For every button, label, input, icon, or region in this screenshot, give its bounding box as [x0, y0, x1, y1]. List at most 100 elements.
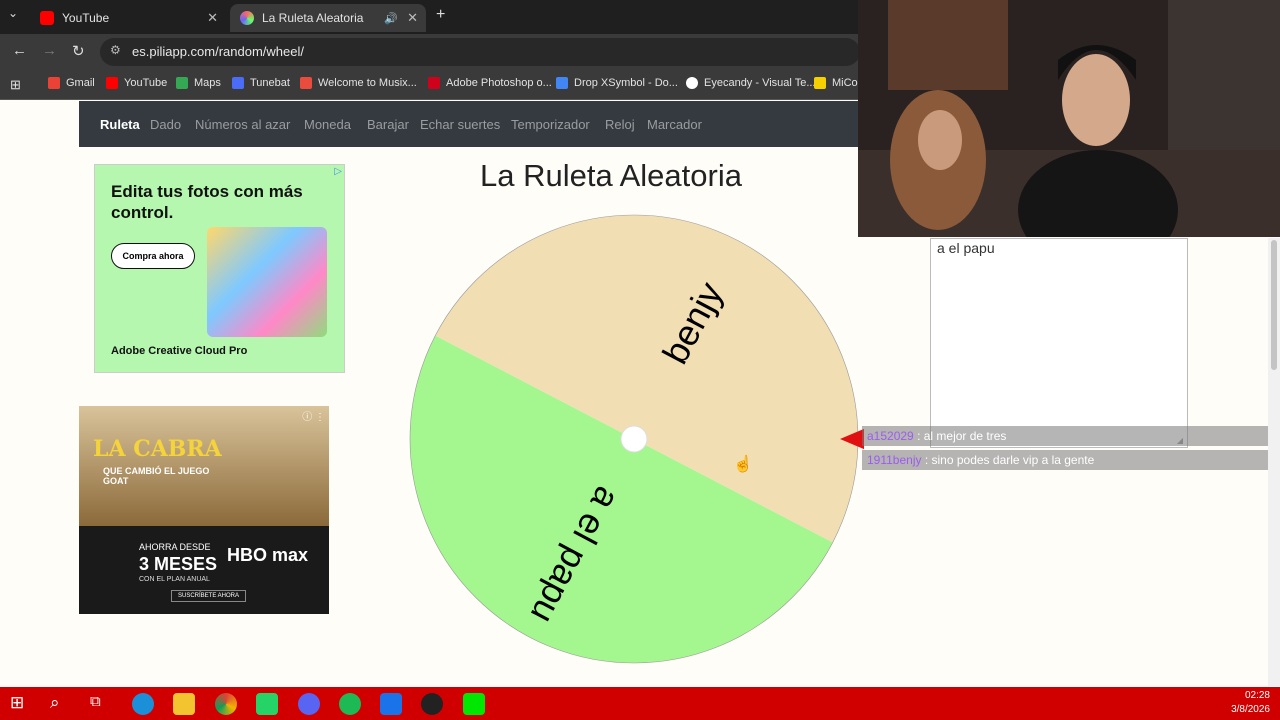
tab-ruleta[interactable]: La Ruleta Aleatoria 🔊 ✕: [230, 4, 426, 32]
back-icon[interactable]: ←: [12, 42, 27, 59]
whatsapp-icon[interactable]: [256, 693, 278, 715]
apps-icon[interactable]: ⊞: [10, 77, 21, 93]
bookmark-maps[interactable]: Maps: [176, 77, 221, 89]
bookmark-label: Maps: [194, 77, 221, 89]
address-bar[interactable]: ⚙ es.piliapp.com/random/wheel/: [100, 38, 860, 66]
bookmark-tunebat[interactable]: Tunebat: [232, 77, 290, 89]
site-navbar: Ruleta Dado Números al azar Moneda Baraj…: [79, 101, 858, 147]
adchoices-icon[interactable]: ▷: [334, 166, 342, 177]
piliapp-icon: [240, 11, 254, 25]
eyecandy-icon: [686, 77, 698, 89]
nav-dado[interactable]: Dado: [150, 117, 181, 132]
tunebat-icon: [232, 77, 244, 89]
edge-icon[interactable]: [132, 693, 154, 715]
entries-textarea[interactable]: a el papu ◢: [930, 238, 1188, 448]
mico-icon: [814, 77, 826, 89]
system-clock[interactable]: 02:28 3/8/2026: [1231, 689, 1270, 717]
ad-cta[interactable]: SUSCRÍBETE AHORA: [171, 590, 247, 602]
search-icon[interactable]: ⌕: [50, 693, 72, 715]
nav-moneda[interactable]: Moneda: [304, 117, 351, 132]
hand-cursor-icon: ☝: [733, 456, 753, 473]
chat-message: 1911benjy : sino podes darle vip a la ge…: [862, 450, 1268, 470]
bookmark-gmail[interactable]: Gmail: [48, 77, 95, 89]
maps-icon: [176, 77, 188, 89]
chat-text: : sino podes darle vip a la gente: [924, 453, 1095, 467]
nav-marcador[interactable]: Marcador: [647, 117, 702, 132]
ad-buy-button[interactable]: Compra ahora: [111, 243, 195, 269]
task-view-icon[interactable]: ⧉: [90, 693, 112, 715]
bookmark-label: YouTube: [124, 77, 168, 89]
tab-youtube[interactable]: YouTube ✕: [30, 4, 226, 32]
hbo-logo: HBO max: [227, 545, 309, 565]
tab-label: YouTube: [62, 11, 110, 25]
taskbar: ⊞ ⌕ ⧉ 02:28 3/8/2026: [0, 687, 1280, 720]
ad-promo-main: 3 MESES: [139, 554, 218, 574]
forward-icon[interactable]: →: [42, 42, 57, 59]
obs-icon[interactable]: [421, 693, 443, 715]
chrome-icon[interactable]: [215, 693, 237, 715]
url-text: es.piliapp.com/random/wheel/: [132, 44, 304, 59]
scrollbar-thumb[interactable]: [1271, 240, 1277, 370]
bookmark-musix[interactable]: Welcome to Musix...: [300, 77, 417, 89]
close-tab-icon[interactable]: ✕: [207, 10, 218, 26]
bookmark-eyecandy[interactable]: Eyecandy - Visual Te...: [686, 77, 816, 89]
tab-label: La Ruleta Aleatoria: [262, 11, 364, 25]
bookmark-xsymbol[interactable]: Drop XSymbol - Do...: [556, 77, 678, 89]
clock-date: 3/8/2026: [1231, 704, 1270, 715]
webcam-overlay: [858, 0, 1280, 237]
bookmark-label: Eyecandy - Visual Te...: [704, 77, 816, 89]
bookmark-label: Adobe Photoshop o...: [446, 77, 552, 89]
nav-echar-suertes[interactable]: Echar suertes: [420, 117, 500, 132]
bookmark-photoshop[interactable]: Adobe Photoshop o...: [428, 77, 552, 89]
musix-icon: [300, 77, 312, 89]
bookmark-mico[interactable]: MiCo: [814, 77, 858, 89]
chat-user: 1911benjy: [867, 453, 922, 467]
wheel-center-hub: [620, 425, 648, 453]
chat-user: a152029: [867, 429, 914, 443]
adobe-ad[interactable]: Edita tus fotos con más control. Compra …: [94, 164, 345, 373]
webcam-image: [858, 0, 1280, 237]
youtube-icon: [106, 77, 118, 89]
windows-start-icon[interactable]: ⊞: [10, 693, 32, 715]
chat-text: : al mejor de tres: [917, 429, 1007, 443]
bookmark-label: Gmail: [66, 77, 95, 89]
ad-info-icon[interactable]: ⓘ ⋮: [302, 408, 325, 423]
app-icon[interactable]: [380, 693, 402, 715]
ad-title: LA CABRA: [93, 436, 222, 462]
page-scrollbar[interactable]: [1268, 238, 1280, 686]
nav-temporizador[interactable]: Temporizador: [511, 117, 590, 132]
hbo-ad[interactable]: LA CABRA QUE CAMBIÓ EL JUEGO GOAT AHORRA…: [79, 406, 329, 614]
ad-subtitle: QUE CAMBIÓ EL JUEGO GOAT: [103, 466, 210, 486]
wheel[interactable]: benjy a el papu: [404, 210, 864, 670]
discord-icon[interactable]: [298, 693, 320, 715]
ad-brand: Adobe Creative Cloud Pro: [111, 345, 248, 357]
docs-icon: [556, 77, 568, 89]
spotify-icon[interactable]: [339, 693, 361, 715]
speaker-icon[interactable]: 🔊: [384, 12, 398, 25]
adobe-icon: [428, 77, 440, 89]
nav-numeros[interactable]: Números al azar: [195, 117, 290, 132]
site-info-icon[interactable]: ⚙: [110, 43, 121, 57]
new-tab-icon[interactable]: +: [436, 6, 445, 24]
bookmark-youtube[interactable]: YouTube: [106, 77, 167, 89]
kick-icon[interactable]: [463, 693, 485, 715]
entries-text: a el papu: [937, 240, 995, 256]
page-title: La Ruleta Aleatoria: [480, 158, 742, 193]
nav-barajar[interactable]: Barajar: [367, 117, 409, 132]
ad-artwork: [207, 227, 327, 337]
ad-promo-top: AHORRA DESDE: [139, 542, 211, 552]
tab-search-icon[interactable]: ⌄: [8, 6, 18, 20]
nav-ruleta[interactable]: Ruleta: [100, 117, 140, 132]
bookmark-label: MiCo: [832, 77, 858, 89]
close-tab-icon[interactable]: ✕: [407, 10, 418, 26]
bookmark-label: Welcome to Musix...: [318, 77, 417, 89]
bookmark-label: Drop XSymbol - Do...: [574, 77, 678, 89]
file-explorer-icon[interactable]: [173, 693, 195, 715]
youtube-icon: [40, 11, 54, 25]
clock-time: 02:28: [1244, 690, 1270, 701]
gmail-icon: [48, 77, 60, 89]
reload-icon[interactable]: ↻: [72, 42, 85, 60]
chat-message: a152029 : al mejor de tres: [862, 426, 1268, 446]
nav-reloj[interactable]: Reloj: [605, 117, 635, 132]
ad-headline: Edita tus fotos con más control.: [111, 182, 303, 222]
